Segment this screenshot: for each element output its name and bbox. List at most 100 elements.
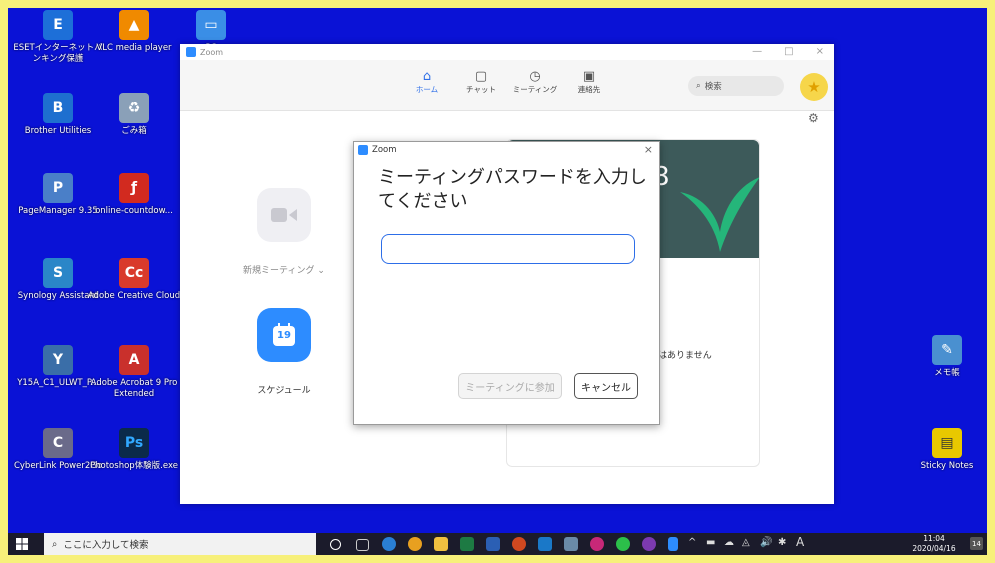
calendar-day: 19 — [277, 330, 291, 341]
task-view-icon[interactable] — [356, 539, 369, 551]
notification-count: 14 — [972, 539, 981, 548]
pc-icon: ▭ — [196, 10, 226, 40]
desktop-icon-label: メモ帳 — [934, 368, 960, 378]
sticky-notes-icon: ▤ — [932, 428, 962, 458]
desktop-icon-photoshop[interactable]: Ps Photoshop体験版.exe — [86, 428, 182, 472]
window-controls: — □ × — [752, 46, 824, 57]
dialog-title-bar[interactable]: Zoom — [354, 142, 659, 158]
schedule-label: スケジュール — [257, 386, 311, 396]
word-icon[interactable] — [486, 537, 500, 551]
onedrive-icon[interactable]: ☁ — [724, 537, 734, 548]
join-meeting-button[interactable]: ミーティングに参加 — [458, 373, 562, 399]
tab-label: ミーティング — [512, 85, 558, 94]
cancel-button[interactable]: キャンセル — [574, 373, 638, 399]
battery-icon[interactable]: ▬ — [706, 537, 715, 548]
desktop-icon-label: Sticky Notes — [920, 461, 974, 471]
taskbar-clock[interactable]: 11:04 2020/04/16 — [906, 534, 962, 554]
ime-mode-icon[interactable]: ✱ — [778, 537, 786, 548]
gear-icon[interactable]: ⚙ — [808, 111, 819, 125]
zoom-nav-bar: ⌂ ホーム ▢ チャット ◷ ミーティング ▣ 連絡先 ⌕ 検索 ★ — [180, 60, 834, 111]
powerpoint-icon[interactable] — [512, 537, 526, 551]
minimize-button[interactable]: — — [752, 46, 762, 57]
zoom-logo-icon — [186, 47, 196, 57]
zoom-taskbar-icon[interactable] — [668, 537, 678, 551]
desktop-icon-acrobat[interactable]: A Adobe Acrobat 9 Pro Extended — [86, 345, 182, 400]
zoom-window-title: Zoom — [200, 47, 224, 57]
eset-icon: E — [43, 10, 73, 40]
desktop-icon-sticky-notes[interactable]: ▤ Sticky Notes — [912, 428, 982, 472]
edge-icon[interactable] — [382, 537, 396, 551]
chevron-down-icon[interactable]: ⌄ — [317, 266, 325, 276]
outlook-icon[interactable] — [538, 537, 552, 551]
photoshop-icon: Ps — [119, 428, 149, 458]
desktop-icon-recycle-bin[interactable]: ♻ ごみ箱 — [86, 93, 182, 137]
contacts-icon: ▣ — [582, 69, 596, 84]
password-input[interactable] — [381, 234, 635, 264]
avatar[interactable]: ★ — [800, 73, 828, 101]
document-icon: Y — [43, 345, 73, 375]
synology-icon: S — [43, 258, 73, 288]
tab-label: ホーム — [415, 85, 439, 94]
file-explorer-icon[interactable] — [434, 537, 448, 551]
password-dialog: Zoom × ミーティングパスワードを入力してください ミーティングに参加 キャ… — [353, 141, 660, 425]
desktop-icon-label: Adobe Creative Cloud — [87, 291, 181, 301]
clock-icon: ◷ — [529, 69, 541, 84]
taskbar-search-placeholder: ここに入力して検索 — [63, 540, 149, 551]
new-meeting-label: 新規ミーティング ⌄ — [239, 263, 329, 276]
excel-icon[interactable] — [460, 537, 474, 551]
desktop-icon-label: ごみ箱 — [121, 126, 147, 136]
zoom-logo-icon — [358, 145, 368, 155]
slack-icon[interactable] — [642, 537, 656, 551]
screen-frame: E ESETインターネットバンキング保護 ▲ VLC media player … — [0, 0, 995, 563]
desktop-icon-notepad[interactable]: ✎ メモ帳 — [912, 335, 982, 379]
dialog-title: Zoom — [372, 145, 397, 155]
home-icon: ⌂ — [422, 69, 432, 84]
chat-icon: ▢ — [474, 69, 488, 84]
plant-icon — [680, 177, 759, 252]
schedule-button[interactable]: 19 — [257, 308, 311, 362]
cortana-icon[interactable] — [330, 539, 341, 550]
notification-center-icon[interactable]: 14 — [970, 537, 983, 550]
chrome-icon[interactable] — [408, 537, 422, 551]
tab-label: チャット — [466, 85, 496, 94]
taskbar-search-input[interactable]: ⌕ ここに入力して検索 — [44, 533, 316, 555]
clock-date: 2020/04/16 — [912, 544, 956, 553]
video-camera-icon — [271, 208, 297, 222]
clock-time: 11:04 — [923, 534, 945, 543]
acrobat-icon: A — [119, 345, 149, 375]
tab-label: 連絡先 — [577, 85, 601, 94]
pagemanager-icon: P — [43, 173, 73, 203]
zoom-title-bar[interactable]: Zoom — [180, 44, 834, 60]
star-avatar-icon: ★ — [807, 78, 821, 96]
taskbar: ⌕ ここに入力して検索 ^ ▬ ☁ ◬ 🔊 ✱ A 11:04 2020/04/… — [8, 533, 987, 555]
desktop-icon-label: Photoshop体験版.exe — [90, 461, 178, 471]
app-icon[interactable] — [590, 537, 604, 551]
search-icon: ⌕ — [52, 538, 58, 550]
new-meeting-button[interactable] — [257, 188, 311, 242]
photos-icon[interactable] — [564, 537, 578, 551]
desktop-icon-online-countdown[interactable]: ƒ online-countdow... — [86, 173, 182, 217]
power2go-icon: C — [43, 428, 73, 458]
desktop-icon-label: online-countdow... — [95, 206, 173, 216]
tab-chat[interactable]: ▢ チャット — [454, 70, 508, 95]
desktop-icon-creative-cloud[interactable]: Cc Adobe Creative Cloud — [86, 258, 182, 302]
close-button[interactable]: × — [816, 46, 824, 57]
notepad-icon: ✎ — [932, 335, 962, 365]
close-icon[interactable]: × — [644, 143, 653, 156]
maximize-button[interactable]: □ — [784, 46, 793, 57]
tab-home[interactable]: ⌂ ホーム — [400, 70, 454, 95]
search-icon: ⌕ — [696, 81, 701, 91]
search-placeholder: 検索 — [704, 82, 722, 92]
recycle-bin-icon: ♻ — [119, 93, 149, 123]
windows-start-icon[interactable] — [16, 538, 28, 550]
volume-icon[interactable]: 🔊 — [760, 537, 772, 548]
flash-icon: ƒ — [119, 173, 149, 203]
line-icon[interactable] — [616, 537, 630, 551]
ime-label[interactable]: A — [796, 535, 804, 549]
search-input[interactable]: ⌕ 検索 — [688, 76, 784, 96]
tab-meetings[interactable]: ◷ ミーティング — [508, 70, 562, 95]
show-hidden-icons-icon[interactable]: ^ — [688, 537, 696, 548]
tab-contacts[interactable]: ▣ 連絡先 — [562, 70, 616, 95]
network-icon[interactable]: ◬ — [742, 537, 750, 548]
brother-icon: B — [43, 93, 73, 123]
